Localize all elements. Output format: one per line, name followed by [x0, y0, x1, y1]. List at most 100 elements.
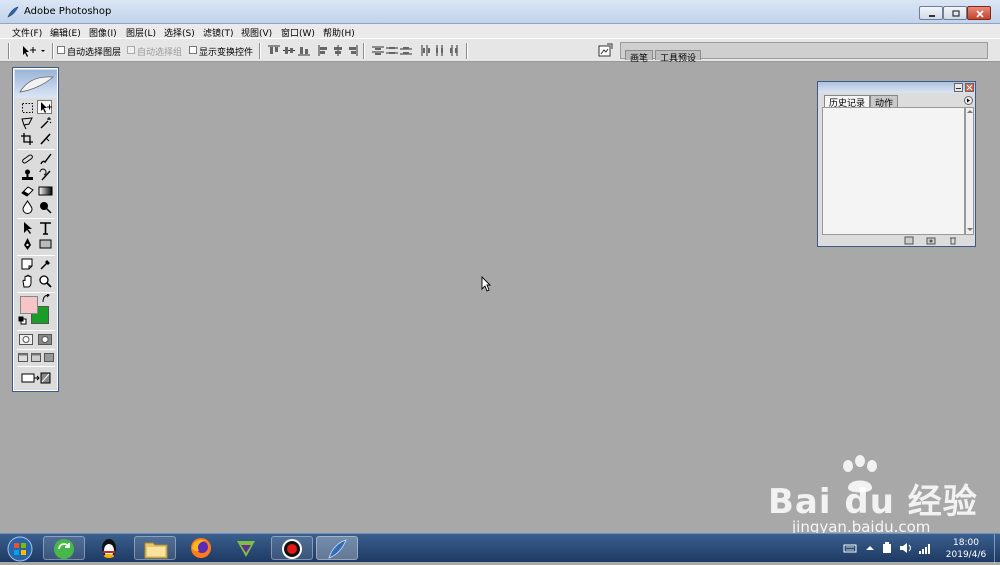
new-document-from-state-icon[interactable] [904, 236, 914, 245]
windows-start-orb-icon [7, 536, 33, 562]
palette-well-tab-tool-presets[interactable]: 工具预设 [655, 50, 702, 64]
toolbox-header[interactable] [15, 70, 57, 98]
align-vertical-center-icon[interactable] [283, 45, 295, 56]
auto-select-group-checkbox[interactable] [127, 46, 135, 54]
standard-screen-mode-icon[interactable] [18, 353, 28, 362]
full-screen-mode-icon[interactable] [44, 353, 54, 362]
new-snapshot-icon[interactable] [926, 236, 936, 245]
delete-state-icon[interactable] [948, 236, 958, 245]
panel-menu-arrow-icon[interactable] [964, 96, 973, 105]
auto-select-layer-checkbox[interactable] [57, 46, 65, 54]
rectangular-marquee-tool-icon[interactable] [20, 101, 35, 115]
crop-tool-icon[interactable] [20, 132, 35, 146]
full-screen-menu-mode-icon[interactable] [31, 353, 41, 362]
history-panel-title-bar[interactable] [818, 82, 975, 93]
network-device-icon[interactable] [881, 541, 893, 555]
gradient-tool-icon[interactable] [38, 184, 53, 198]
history-brush-tool-icon[interactable] [38, 168, 53, 182]
taskbar-item-media-player[interactable] [226, 536, 268, 560]
zoom-tool-icon[interactable] [38, 274, 53, 288]
tab-actions[interactable]: 动作 [870, 95, 899, 109]
hand-tool-icon[interactable] [20, 274, 35, 288]
foreground-color-swatch[interactable] [20, 296, 38, 314]
show-hidden-icons-icon[interactable] [866, 545, 874, 551]
lasso-tool-icon[interactable] [20, 116, 35, 130]
panel-close-button[interactable] [965, 83, 974, 92]
network-signal-icon[interactable] [918, 541, 932, 555]
restore-button[interactable] [943, 6, 967, 20]
history-list[interactable] [822, 107, 965, 235]
taskbar-item-recorder[interactable] [271, 536, 313, 560]
distribute-top-icon[interactable] [372, 45, 384, 56]
history-panel: 历史记录 动作 [817, 81, 976, 247]
dodge-tool-icon[interactable] [38, 200, 53, 214]
volume-icon[interactable] [899, 541, 913, 555]
window-title-bar[interactable]: Adobe Photoshop [0, 0, 1000, 24]
tab-history[interactable]: 历史记录 [824, 95, 871, 109]
panel-minimize-button[interactable] [954, 83, 963, 92]
taskbar-item-qq[interactable] [89, 536, 131, 560]
history-panel-footer [822, 235, 974, 246]
taskbar-item-explorer[interactable] [134, 536, 176, 560]
scroll-down-arrow-icon[interactable] [967, 227, 973, 232]
palette-well: 画笔 工具预设 [620, 42, 988, 64]
align-bottom-icon[interactable] [298, 45, 310, 56]
distribute-right-icon[interactable] [448, 45, 460, 56]
taskbar-item-firefox[interactable] [181, 536, 223, 560]
toolbox-separator [17, 255, 55, 256]
brush-tool-icon[interactable] [38, 152, 53, 166]
align-right-icon[interactable] [346, 45, 358, 56]
align-top-icon[interactable] [268, 45, 280, 56]
standard-mode-icon[interactable] [19, 334, 33, 345]
type-tool-icon[interactable] [38, 221, 53, 235]
clock-date: 2019/4/6 [945, 550, 987, 560]
notes-tool-icon[interactable] [20, 257, 35, 271]
auto-select-layer-label: 自动选择图层 [67, 48, 122, 58]
rectangle-shape-tool-icon[interactable] [38, 237, 53, 251]
show-desktop-button[interactable] [994, 534, 1000, 563]
toolbox-separator [17, 330, 55, 331]
options-separator [363, 43, 365, 59]
clone-stamp-tool-icon[interactable] [20, 168, 35, 182]
scroll-up-arrow-icon[interactable] [967, 109, 973, 114]
close-button[interactable] [967, 6, 991, 20]
keyboard-icon[interactable] [843, 542, 857, 554]
align-horizontal-center-icon[interactable] [332, 45, 344, 56]
green-refresh-icon [54, 539, 74, 559]
options-separator [259, 43, 261, 59]
default-colors-icon[interactable] [18, 316, 27, 325]
palette-well-tab-brushes[interactable]: 画笔 [625, 50, 654, 64]
distribute-horizontal-center-icon[interactable] [434, 45, 446, 56]
path-selection-tool-icon[interactable] [20, 221, 35, 235]
taskbar-item-photoshop[interactable] [316, 536, 358, 560]
distribute-bottom-icon[interactable] [400, 45, 412, 56]
minimize-button[interactable] [919, 6, 943, 20]
distribute-vertical-center-icon[interactable] [386, 45, 398, 56]
align-left-icon[interactable] [318, 45, 330, 56]
blur-tool-icon[interactable] [20, 200, 35, 214]
history-scrollbar[interactable] [965, 107, 974, 235]
media-player-icon [237, 541, 255, 557]
distribute-left-icon[interactable] [420, 45, 432, 56]
start-button[interactable] [3, 535, 37, 562]
eyedropper-tool-icon[interactable] [38, 257, 53, 271]
jump-to-imageready-icon[interactable] [20, 371, 52, 385]
quick-mask-mode-icon[interactable] [38, 334, 52, 345]
swap-colors-icon[interactable] [42, 294, 51, 303]
magic-wand-tool-icon[interactable] [38, 116, 53, 130]
auto-select-group-label: 自动选择组 [137, 48, 183, 58]
taskbar-clock[interactable]: 18:00 2019/4/6 [940, 537, 992, 561]
slice-tool-icon[interactable] [38, 132, 53, 146]
options-bar-grip[interactable] [8, 43, 10, 59]
eraser-tool-icon[interactable] [20, 184, 35, 198]
taskbar-item-updater[interactable] [43, 536, 85, 560]
healing-brush-tool-icon[interactable] [20, 152, 35, 166]
file-browser-icon[interactable] [598, 43, 614, 58]
move-tool-icon[interactable] [37, 100, 52, 114]
options-separator [52, 43, 54, 59]
photoshop-feather-icon [328, 539, 347, 559]
move-tool-preset-icon[interactable] [20, 44, 48, 58]
minimize-icon [929, 15, 935, 17]
pen-tool-icon[interactable] [20, 237, 35, 251]
show-transform-controls-checkbox[interactable] [189, 46, 197, 54]
